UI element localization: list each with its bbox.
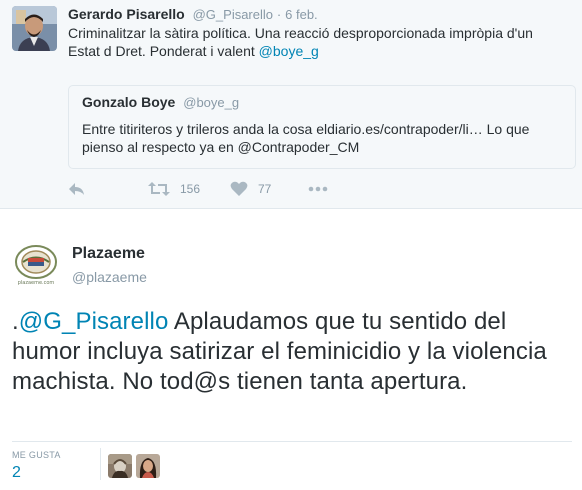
main-tweet: plazaeme.com Plazaeme @plazaeme .@G_Pisa… <box>0 208 582 490</box>
liker-avatar[interactable] <box>108 454 132 478</box>
like-button[interactable]: 77 <box>230 180 271 198</box>
liker-avatar-image <box>136 454 160 478</box>
author-name[interactable]: Plazaeme <box>72 245 145 263</box>
tweet-header: Gerardo Pisarello @G_Pisarello · 6 feb. <box>68 6 318 22</box>
tweet-text: Criminalitzar la sàtira política. Una re… <box>68 24 568 60</box>
reply-button[interactable] <box>68 180 86 198</box>
more-icon <box>308 186 328 192</box>
likes-label: ME GUSTA <box>12 450 61 460</box>
quoted-author-name: Gonzalo Boye <box>82 94 176 110</box>
author-handle[interactable]: @G_Pisarello <box>193 7 273 22</box>
quoted-author-handle: @boye_g <box>183 95 240 110</box>
liker-avatar-image <box>108 454 132 478</box>
tweet-stats: ME GUSTA 2 <box>12 441 572 481</box>
tweet-text-prefix: . <box>12 308 19 335</box>
more-button[interactable] <box>308 180 328 198</box>
avatar-image <box>12 6 57 51</box>
quoted-header: Gonzalo Boye @boye_g <box>82 94 239 110</box>
like-count: 77 <box>258 182 272 196</box>
author-name[interactable]: Gerardo Pisarello <box>68 6 185 22</box>
author-handle[interactable]: @plazaeme <box>72 269 147 285</box>
likes-count[interactable]: 2 <box>12 464 21 482</box>
retweet-button[interactable]: 156 <box>148 180 200 198</box>
quoted-text: Entre titiriteros y trileros anda la cos… <box>82 121 530 155</box>
avatar[interactable]: plazaeme.com <box>12 241 60 289</box>
divider <box>100 448 101 480</box>
timestamp[interactable]: 6 feb. <box>285 7 318 22</box>
tweet-text: .@G_Pisarello Aplaudamos que tu sentido … <box>12 307 572 397</box>
separator: · <box>276 7 282 22</box>
retweet-icon <box>148 182 170 196</box>
liker-avatar[interactable] <box>136 454 160 478</box>
retweet-count: 156 <box>180 182 201 196</box>
heart-icon <box>230 181 248 196</box>
mention-link[interactable]: @G_Pisarello <box>19 308 169 335</box>
logo-caption: plazaeme.com <box>17 280 55 286</box>
tweet-actions: 156 77 <box>68 180 468 198</box>
reply-icon <box>69 183 84 195</box>
mention-link[interactable]: @boye_g <box>259 43 319 59</box>
quoted-tweet[interactable]: Gonzalo Boye @boye_g Entre titiriteros y… <box>68 85 576 169</box>
avatar[interactable] <box>12 6 57 51</box>
context-tweet[interactable]: Gerardo Pisarello @G_Pisarello · 6 feb. … <box>0 0 582 208</box>
